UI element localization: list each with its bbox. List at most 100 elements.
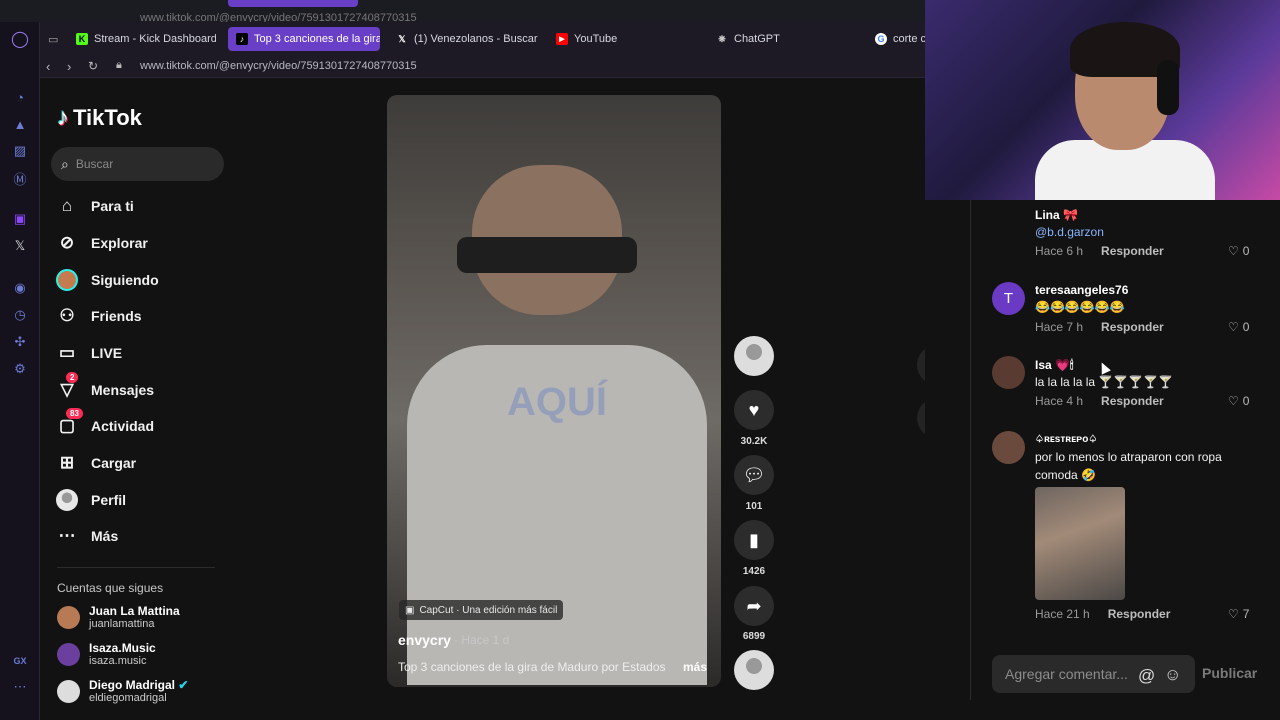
messenger-icon[interactable]: Ⓜ xyxy=(11,169,29,187)
share-count: 6899 xyxy=(742,631,766,642)
sound-avatar[interactable] xyxy=(734,650,774,690)
twitch-icon[interactable]: ▣ xyxy=(11,210,29,228)
avatar[interactable] xyxy=(992,356,1025,389)
capcut-icon: ▣ xyxy=(405,604,415,616)
nav-label: Friends xyxy=(91,308,142,324)
home-icon: ⌂ xyxy=(61,196,73,215)
comment-button[interactable]: 💬︎ xyxy=(734,455,774,495)
history-icon[interactable]: ◷ xyxy=(11,306,29,324)
video-scene-goggles xyxy=(457,237,637,273)
workspace-icon[interactable]: ▨ xyxy=(11,142,29,160)
comment-meta: Hace 4 h Responder xyxy=(1035,394,1164,408)
messages-icon: ▽ 2 xyxy=(56,372,79,401)
url-text[interactable]: www.tiktok.com/@envycry/video/7591301727… xyxy=(140,60,417,72)
activity-icon: ▢ 83 xyxy=(56,408,83,437)
comment-text: la la la la la 🍸🍸🍸🍸🍸 xyxy=(1035,375,1174,389)
creator-avatar[interactable] xyxy=(734,336,774,376)
tab-label: (1) Venezolanos - Buscar xyxy=(414,33,538,45)
share-button[interactable]: ➦ xyxy=(734,586,774,626)
nav-mensajes[interactable]: ▽ 2 Mensajes xyxy=(56,372,154,404)
settings-icon[interactable]: ⚙ xyxy=(11,360,29,378)
forward-icon[interactable]: › xyxy=(67,59,71,74)
aria-icon[interactable]: ▲ xyxy=(11,115,29,133)
reload-icon[interactable]: ↻ xyxy=(88,59,98,73)
search-icon: ⌕ xyxy=(61,155,69,172)
comment-time: Hace 7 h xyxy=(1035,320,1084,334)
tab-kick[interactable]: K Stream - Kick Dashboard xyxy=(68,27,216,51)
messages-badge: 2 xyxy=(66,372,79,383)
tab-google[interactable]: G corte c xyxy=(867,27,925,51)
avatar[interactable] xyxy=(992,431,1025,464)
heart-outline-icon: ♡ xyxy=(1228,394,1239,408)
following-item[interactable]: Diego Madrigal ✔ eldiegomadrigal xyxy=(57,678,188,704)
comment-text[interactable]: @b.d.garzon xyxy=(1035,223,1235,241)
bookmark-icon: ▮ xyxy=(749,529,759,550)
video-player[interactable]: AQUÍ xyxy=(387,95,721,687)
tab-chatgpt[interactable]: ❋ ChatGPT xyxy=(708,27,808,51)
x-sidebar-icon[interactable]: 𝕏 xyxy=(11,237,29,255)
like-count: 30.2K xyxy=(740,436,768,447)
comment-username[interactable]: Isa 💗🕯 xyxy=(1035,358,1073,373)
tab-tiktok[interactable]: ♪ Top 3 canciones de la gira xyxy=(228,27,380,51)
sidebar-more-icon[interactable]: ⋯ xyxy=(11,678,29,696)
back-icon[interactable]: ‹ xyxy=(46,59,50,74)
extensions-icon[interactable]: ✣ xyxy=(11,333,29,351)
nav-actividad[interactable]: ▢ 83 Actividad xyxy=(56,408,155,440)
nav-friends[interactable]: ⚇ Friends xyxy=(56,302,142,330)
comment-image[interactable] xyxy=(1035,487,1125,600)
publish-button[interactable]: Publicar xyxy=(1202,665,1257,681)
tab-label: Top 3 canciones de la gira xyxy=(254,33,380,45)
opera-logo-icon[interactable]: ◯ xyxy=(11,30,29,48)
reply-button[interactable]: Responder xyxy=(1101,394,1164,408)
gx-label: GX xyxy=(13,656,27,666)
avatar[interactable]: T xyxy=(992,282,1025,315)
tiktok-logo-icon: ♪ xyxy=(57,104,69,131)
reply-button[interactable]: Responder xyxy=(1101,244,1164,258)
following-item[interactable]: Juan La Mattina juanlamattina xyxy=(57,604,180,630)
following-avatar-icon xyxy=(56,269,78,291)
mention-icon[interactable]: @ xyxy=(1138,666,1155,686)
search-input[interactable]: ⌕ Buscar xyxy=(51,147,224,181)
avatar xyxy=(57,642,80,666)
comment-icon: 💬︎ xyxy=(742,464,766,485)
nav-live[interactable]: ▭ LIVE xyxy=(56,339,122,367)
comment-text: 😂😂😂😂😂😂 xyxy=(1035,300,1125,314)
nav-label: Actividad xyxy=(91,418,155,434)
following-item[interactable]: Isaza.Music isaza.music xyxy=(57,641,156,667)
comment-like-button[interactable]: ♡ 7 xyxy=(1228,607,1249,621)
nav-explorar[interactable]: ⊘ Explorar xyxy=(56,229,148,257)
comment-meta: Hace 7 h Responder xyxy=(1035,320,1164,334)
video-author[interactable]: envycry xyxy=(398,632,451,648)
chatgpt-icon: ❋ xyxy=(718,33,726,44)
nav-para-ti[interactable]: ⌂ Para ti xyxy=(56,192,134,220)
tab-x[interactable]: 𝕏 (1) Venezolanos - Buscar xyxy=(388,27,538,51)
tiktok-logo[interactable]: ♪ TikTok xyxy=(57,104,142,132)
following-handle: juanlamattina xyxy=(89,618,155,630)
comment-username[interactable]: ♤ʀᴇsᴛʀᴇᴘᴏ♤ xyxy=(1035,434,1097,445)
comment-like-button[interactable]: ♡ 0 xyxy=(1228,320,1249,334)
caption-more-button[interactable]: más xyxy=(683,660,707,674)
nav-mas[interactable]: ⋯ Más xyxy=(56,522,119,550)
comment-like-count: 0 xyxy=(1242,394,1250,408)
reply-button[interactable]: Responder xyxy=(1108,607,1171,621)
comment-like-button[interactable]: ♡ 0 xyxy=(1228,244,1249,258)
comment-text: por lo menos lo atraparon con ropa comod… xyxy=(1035,450,1222,482)
x-icon: 𝕏 xyxy=(398,33,406,44)
tab-manager-icon[interactable]: ▭ xyxy=(40,27,60,51)
save-button[interactable]: ▮ xyxy=(734,520,774,560)
emoji-icon[interactable]: ☺ xyxy=(1164,665,1181,685)
like-button[interactable]: ♥ xyxy=(734,390,774,430)
comment-username[interactable]: teresaangeles76 xyxy=(1035,283,1128,297)
reply-button[interactable]: Responder xyxy=(1101,320,1164,334)
comment-like-button[interactable]: ♡ 0 xyxy=(1228,394,1249,408)
nav-siguiendo[interactable]: Siguiendo xyxy=(56,266,159,294)
nav-cargar[interactable]: ⊞ Cargar xyxy=(56,449,136,477)
nav-perfil[interactable]: Perfil xyxy=(56,486,126,514)
webcam-headset xyxy=(1157,60,1179,115)
player-icon[interactable]: ◉ xyxy=(11,279,29,297)
comment-username[interactable]: Lina 🎀 xyxy=(1035,208,1078,222)
capcut-tag[interactable]: ▣ CapCut · Una edición más fácil xyxy=(399,600,564,620)
speed-dial-icon[interactable]: ◔ xyxy=(11,88,29,106)
tab-youtube[interactable]: ▶ YouTube xyxy=(548,27,648,51)
video-caption: Top 3 canciones de la gira de Maduro por… xyxy=(398,660,666,674)
